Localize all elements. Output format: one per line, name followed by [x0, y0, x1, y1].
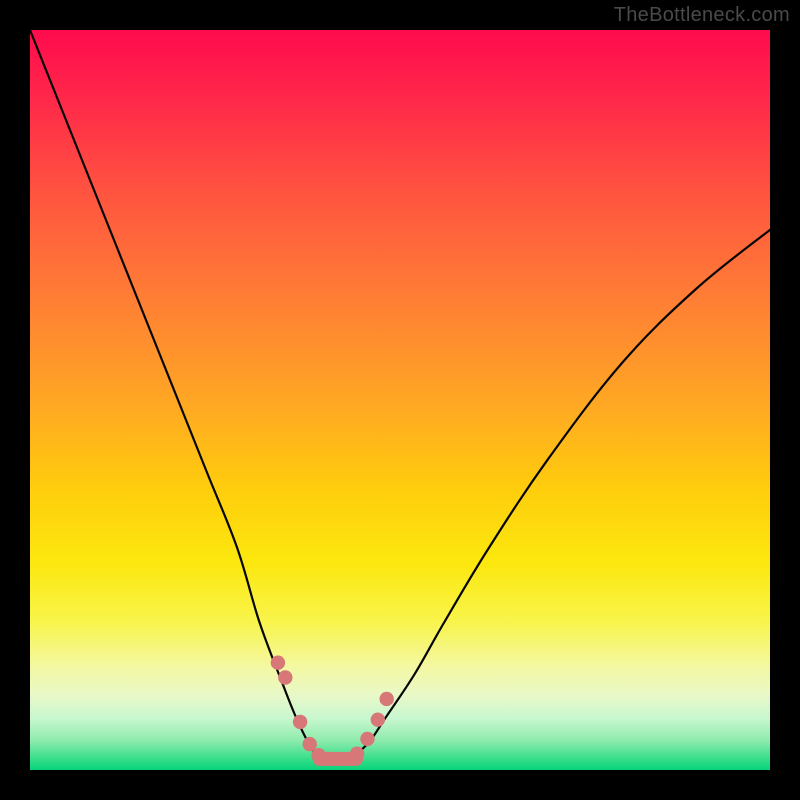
curves-svg [30, 30, 770, 770]
bead [371, 712, 385, 726]
bead [379, 692, 393, 706]
curve-group [30, 30, 770, 755]
bead-bottom-bar [313, 752, 363, 766]
bead [360, 732, 374, 746]
left-curve [30, 30, 319, 755]
beads-group [271, 656, 394, 766]
plot-area [30, 30, 770, 770]
right-curve [356, 230, 770, 755]
bead [293, 715, 307, 729]
bead [271, 656, 285, 670]
bead [278, 670, 292, 684]
chart-frame: TheBottleneck.com [0, 0, 800, 800]
watermark-text: TheBottleneck.com [614, 4, 790, 27]
